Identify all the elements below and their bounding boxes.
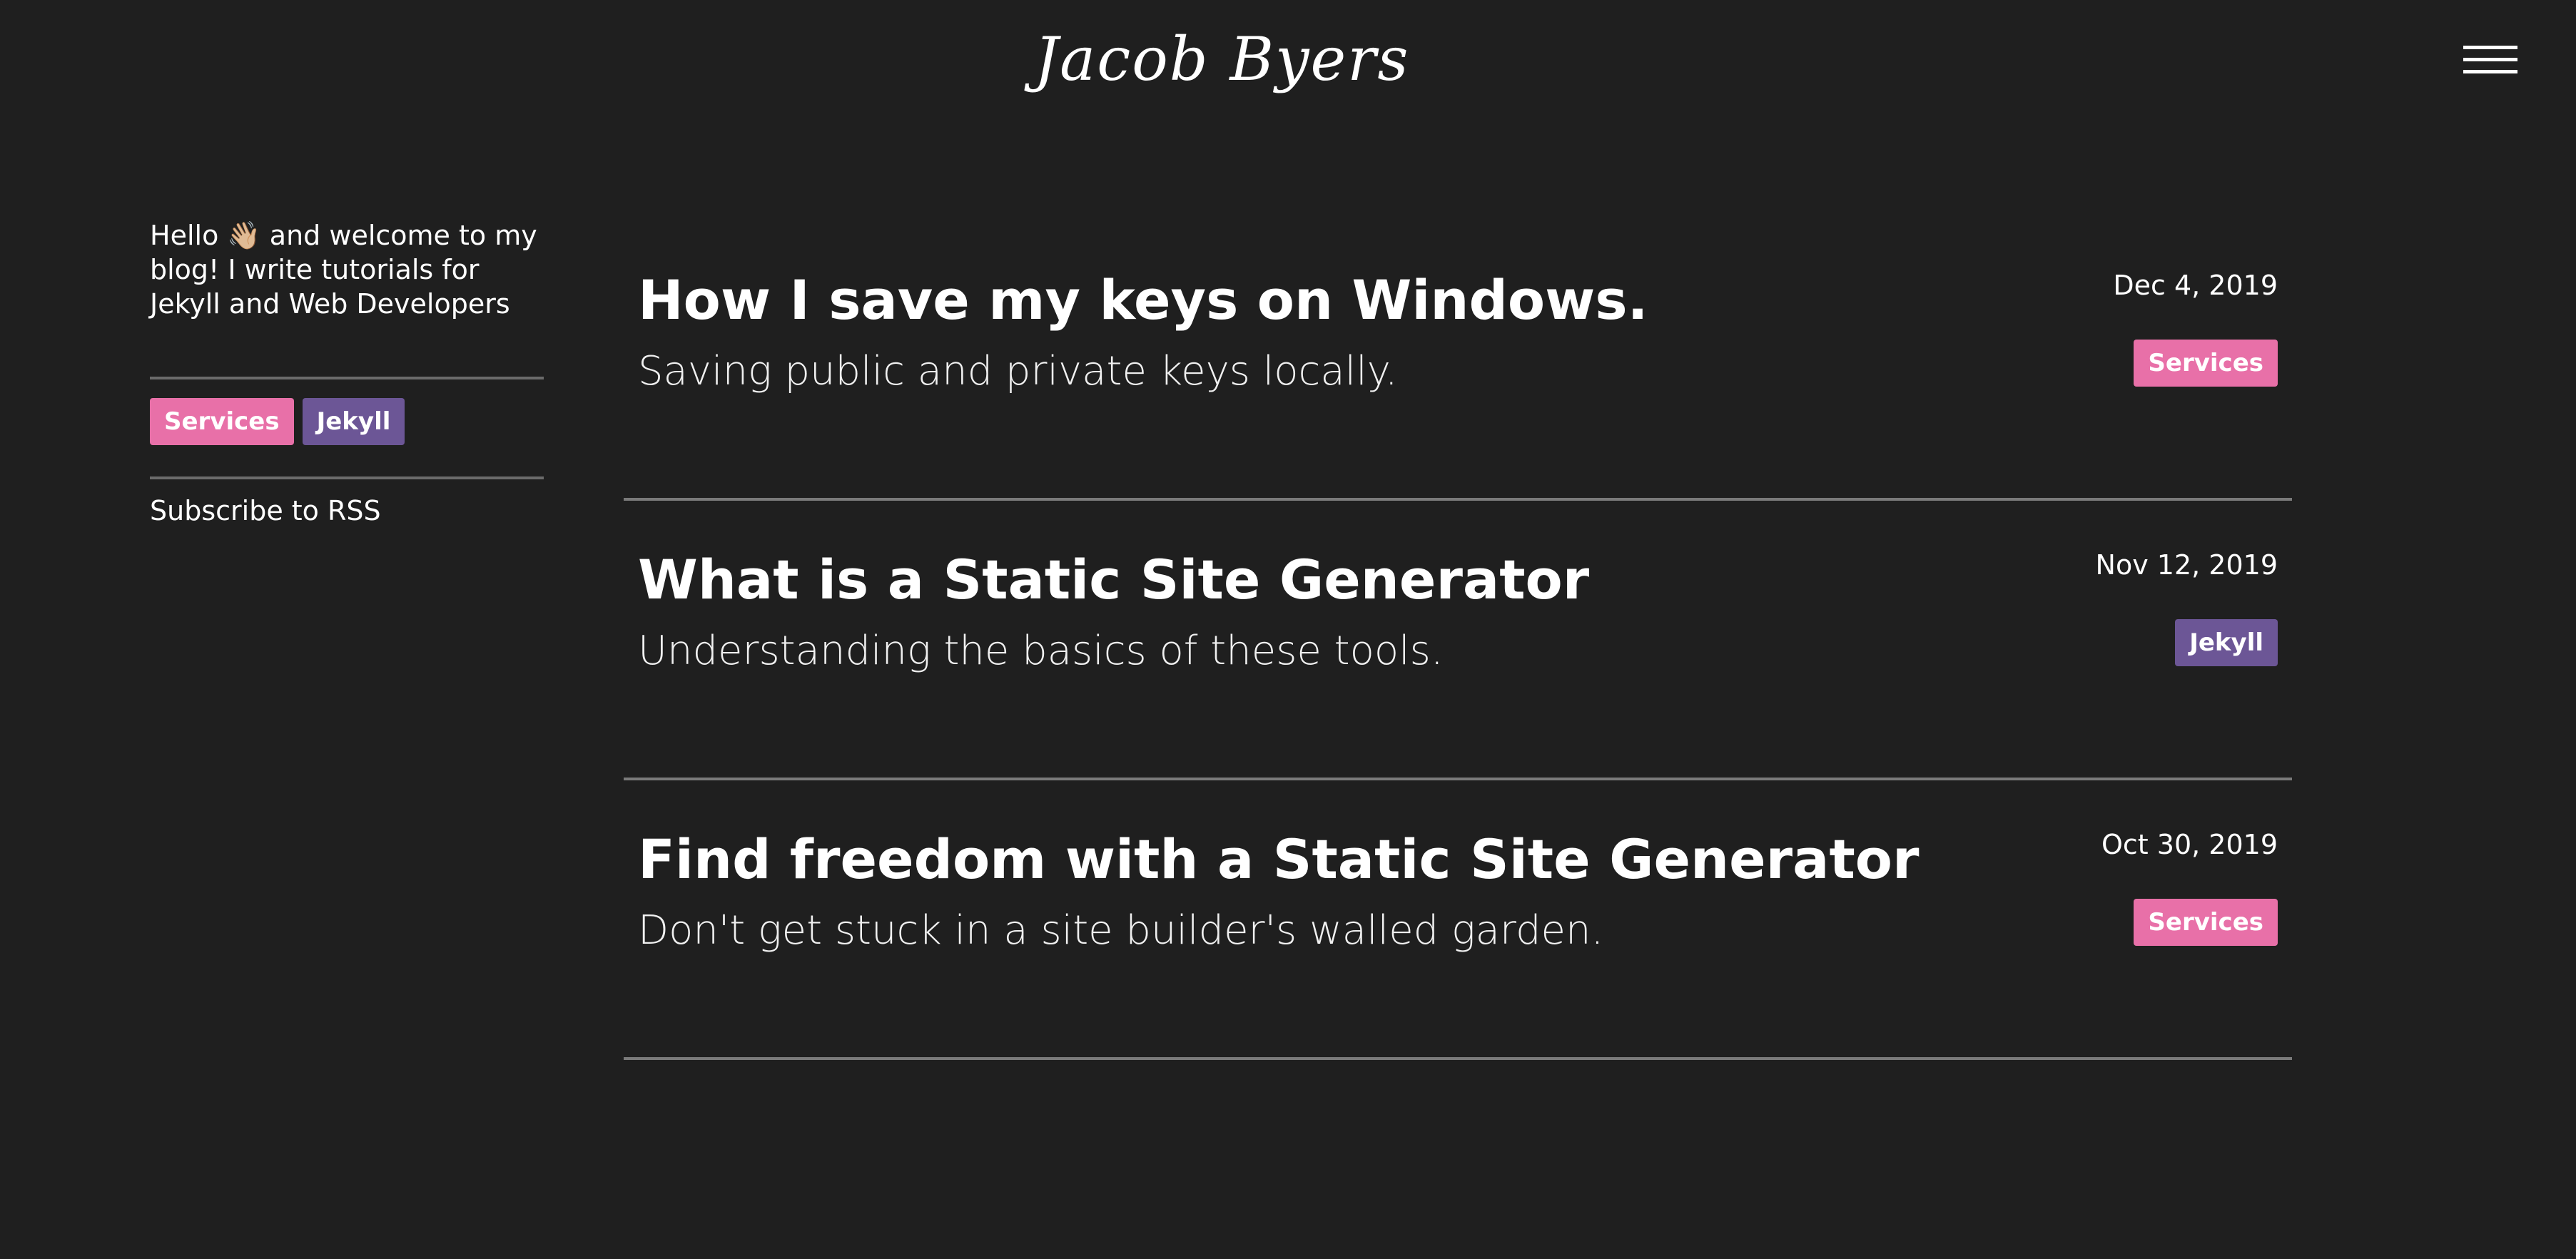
post-title[interactable]: How I save my keys on Windows. [638,268,1648,332]
post-subtitle: Don't get stuck in a site builder's wall… [638,907,1604,954]
post-list: How I save my keys on Windows. Saving pu… [624,221,2292,1060]
tag-list: Services Jekyll [150,398,544,445]
post-tag-services[interactable]: Services [2134,340,2278,387]
post-subtitle: Understanding the basics of these tools. [638,628,1444,674]
subscribe-rss-link[interactable]: Subscribe to RSS [150,494,544,528]
post-date: Oct 30, 2019 [2101,829,2278,860]
site-title[interactable]: Jacob Byers [0,24,2444,94]
sidebar-divider [150,377,544,379]
post-item[interactable]: How I save my keys on Windows. Saving pu… [624,221,2292,501]
tag-jekyll-button[interactable]: Jekyll [302,398,405,445]
menu-bar [2463,58,2517,61]
sidebar: Hello 👋🏼 and welcome to my blog! I write… [150,218,544,528]
post-item[interactable]: Find freedom with a Static Site Generato… [624,780,2292,1060]
intro-text: Hello 👋🏼 and welcome to my blog! I write… [150,220,537,320]
post-subtitle: Saving public and private keys locally. [638,348,1398,394]
tag-services-button[interactable]: Services [150,398,294,445]
post-tag-jekyll[interactable]: Jekyll [2175,619,2278,666]
post-item[interactable]: What is a Static Site Generator Understa… [624,501,2292,780]
post-tag-services[interactable]: Services [2134,899,2278,946]
page: Jacob Byers Hello 👋🏼 and welcome to my b… [0,0,2576,1259]
menu-bar [2463,70,2517,73]
post-date: Nov 12, 2019 [2095,549,2278,581]
post-title[interactable]: Find freedom with a Static Site Generato… [638,827,1919,892]
post-title[interactable]: What is a Static Site Generator [638,548,1589,612]
post-date: Dec 4, 2019 [2113,270,2278,301]
menu-bar [2463,46,2517,49]
hamburger-menu-icon[interactable] [2463,46,2517,74]
sidebar-divider [150,476,544,479]
